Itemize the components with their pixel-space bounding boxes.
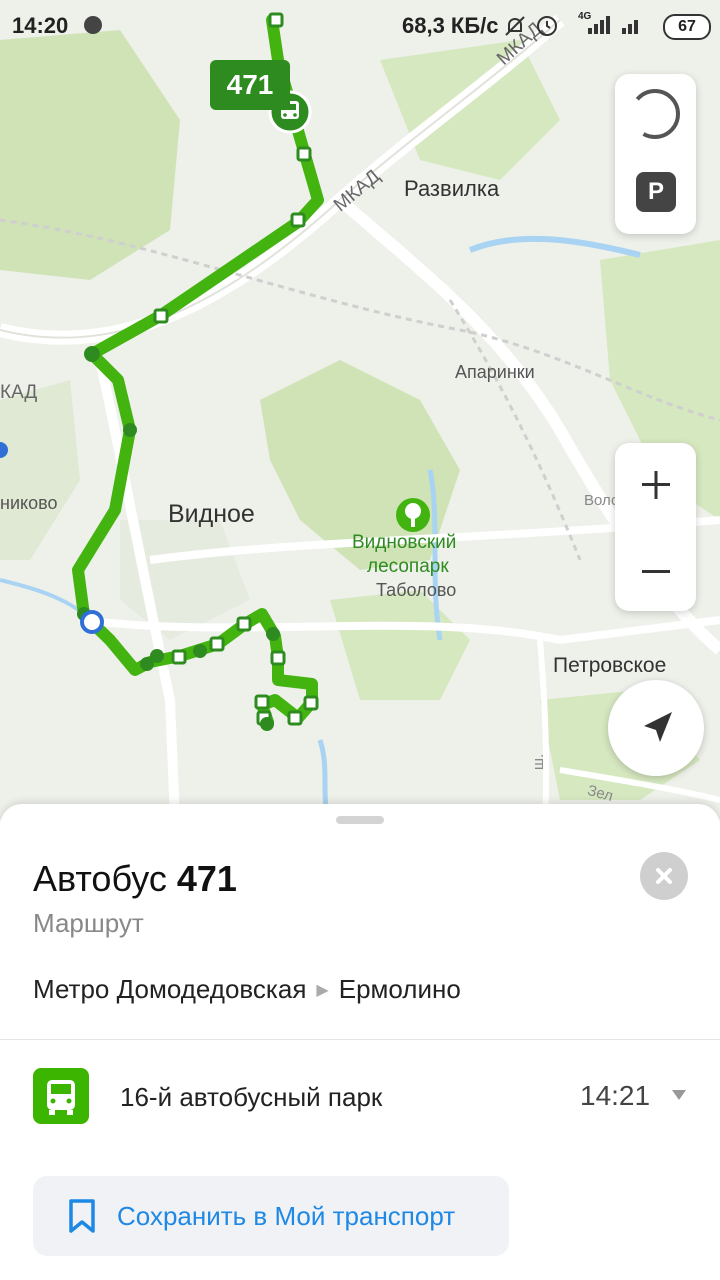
map-label-lesopark-2: лесопарк bbox=[367, 556, 449, 577]
title-route-number: 471 bbox=[176, 858, 237, 899]
sheet-drag-handle[interactable] bbox=[336, 816, 384, 824]
route-to: Ермолино bbox=[338, 974, 461, 1004]
close-icon bbox=[656, 868, 672, 884]
map-label-lesopark-1: Видновский bbox=[352, 532, 457, 553]
map-label-aparinki: Апаринки bbox=[455, 362, 535, 382]
map-view[interactable]: МКАД МКАД КАД Развилка Апаринки Видное В… bbox=[0, 0, 720, 820]
chevron-down-icon[interactable] bbox=[670, 1088, 688, 1102]
route-number-badge[interactable]: 471 bbox=[210, 60, 290, 110]
zoom-panel bbox=[615, 443, 696, 611]
divider bbox=[0, 1039, 720, 1040]
bus-stop-icon bbox=[33, 1068, 89, 1124]
locate-arrow-icon bbox=[644, 712, 672, 742]
battery-indicator: 67 bbox=[663, 14, 711, 40]
map-layers-panel: P bbox=[615, 74, 696, 234]
map-label-tabolovo: Таболово bbox=[376, 580, 457, 600]
map-label-nikovo: никово bbox=[0, 493, 58, 513]
zoom-in-button[interactable] bbox=[615, 443, 696, 527]
map-label-razvilka: Развилка bbox=[404, 176, 500, 201]
route-arrow-icon: ▶ bbox=[316, 982, 329, 999]
route-direction[interactable]: Метро Домодедовская ▶ Ермолино bbox=[33, 974, 461, 1005]
mute-bell-icon bbox=[505, 16, 525, 36]
close-button[interactable] bbox=[640, 852, 688, 900]
map-label-sh: ш. bbox=[530, 753, 547, 770]
alarm-icon bbox=[537, 16, 557, 36]
stop-name: 16-й автобусный парк bbox=[120, 1082, 383, 1112]
route-info-sheet: Автобус 471 Маршрут Метро Домодедовская ▶… bbox=[0, 804, 720, 1280]
zoom-out-icon bbox=[642, 570, 670, 573]
status-bar: 14:20 68,3 КБ/с 4G 67 bbox=[0, 0, 720, 52]
route-from: Метро Домодедовская bbox=[33, 974, 307, 1004]
forest-icon bbox=[396, 498, 430, 532]
locate-me-button[interactable] bbox=[608, 680, 704, 776]
sheet-subtitle: Маршрут bbox=[33, 908, 144, 938]
save-button-label: Сохранить в Мой транспорт bbox=[117, 1201, 456, 1231]
save-to-my-transport-button[interactable]: Сохранить в Мой транспорт bbox=[33, 1176, 509, 1256]
traffic-button[interactable] bbox=[627, 86, 683, 142]
zoom-in-icon bbox=[642, 471, 670, 499]
user-location-dot bbox=[80, 610, 104, 634]
network-speed: 68,3 КБ/с bbox=[402, 13, 499, 38]
parking-icon: P bbox=[647, 178, 664, 205]
map-label-vidnoe: Видное bbox=[168, 500, 255, 528]
bookmark-icon bbox=[69, 1199, 95, 1233]
title-prefix: Автобус bbox=[33, 858, 167, 899]
map-label-mkad-left: КАД bbox=[0, 382, 38, 403]
signal-icon bbox=[588, 16, 638, 34]
media-icon bbox=[84, 16, 102, 34]
stop-arrival-time: 14:21 bbox=[580, 1080, 651, 1111]
traffic-icon bbox=[629, 88, 681, 140]
status-time: 14:20 bbox=[12, 13, 69, 38]
map-label-petrovskoe: Петровское bbox=[553, 654, 667, 677]
zoom-out-button[interactable] bbox=[615, 527, 696, 611]
parking-button[interactable]: P bbox=[636, 172, 676, 212]
sheet-title: Автобус 471 bbox=[33, 858, 237, 900]
